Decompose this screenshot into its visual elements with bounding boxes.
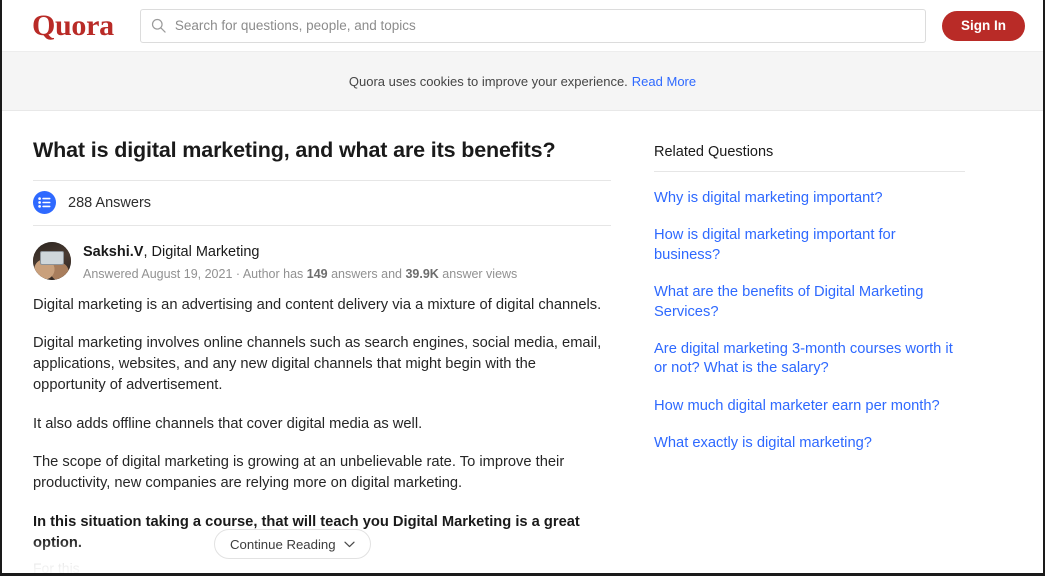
avatar-laptop-shape	[40, 251, 64, 265]
author-view-count: 39.9K	[405, 267, 438, 281]
chevron-down-icon	[344, 541, 355, 548]
answer-paragraph: Digital marketing involves online channe…	[33, 333, 609, 397]
answer-meta-suffix: answer views	[439, 267, 518, 281]
answer-meta-line: Answered August 19, 2021 · Author has 14…	[83, 265, 517, 284]
related-questions-title: Related Questions	[654, 144, 1030, 160]
related-question-link[interactable]: Why is digital marketing important?	[654, 189, 965, 208]
search-icon	[151, 18, 166, 33]
answer-count-row[interactable]: 288 Answers	[33, 181, 611, 225]
answer-author-row: Sakshi.V, Digital Marketing Answered Aug…	[33, 242, 614, 284]
divider-bottom	[33, 225, 611, 226]
continue-reading-label: Continue Reading	[230, 537, 336, 552]
main-column: What is digital marketing, and what are …	[2, 111, 614, 576]
related-question-link[interactable]: How is digital marketing important for b…	[654, 226, 965, 265]
answer-paragraph: The scope of digital marketing is growin…	[33, 452, 609, 495]
answer-paragraph: It also adds offline channels that cover…	[33, 414, 609, 435]
cookie-read-more-link[interactable]: Read More	[632, 74, 696, 89]
continue-reading-wrap: Continue Reading	[214, 529, 374, 559]
cookie-banner: Quora uses cookies to improve your exper…	[2, 52, 1043, 111]
answer-date-text: Answered August 19, 2021 · Author has	[83, 267, 307, 281]
search-bar[interactable]	[140, 9, 926, 43]
answer-count-label: 288 Answers	[68, 195, 151, 211]
site-header: Quora Sign In	[2, 0, 1043, 52]
related-question-link[interactable]: What exactly is digital marketing?	[654, 434, 965, 453]
answer-truncated-tail: For this	[33, 558, 609, 576]
answer-meta-mid: answers and	[328, 267, 406, 281]
related-question-link[interactable]: How much digital marketer earn per month…	[654, 397, 965, 416]
answer-paragraph: Digital marketing is an advertising and …	[33, 295, 609, 316]
continue-reading-button[interactable]: Continue Reading	[214, 529, 371, 559]
related-questions-sidebar: Related Questions Why is digital marketi…	[614, 111, 1043, 576]
browser-page: Quora Sign In Quora uses cookies to impr…	[0, 0, 1045, 576]
author-credential: Digital Marketing	[152, 244, 260, 260]
related-questions-list: Why is digital marketing important? How …	[654, 189, 1030, 454]
page-content: What is digital marketing, and what are …	[2, 111, 1043, 576]
quora-logo[interactable]: Quora	[32, 11, 114, 41]
author-answer-count: 149	[307, 267, 328, 281]
related-question-link[interactable]: Are digital marketing 3-month courses wo…	[654, 340, 965, 379]
author-separator: ,	[143, 244, 151, 260]
author-meta: Sakshi.V, Digital Marketing Answered Aug…	[83, 242, 517, 284]
answers-list-icon	[33, 191, 56, 214]
cookie-banner-text: Quora uses cookies to improve your exper…	[349, 74, 628, 89]
sidebar-divider	[654, 171, 965, 172]
avatar[interactable]	[33, 242, 71, 280]
author-name[interactable]: Sakshi.V	[83, 244, 143, 260]
question-title: What is digital marketing, and what are …	[33, 137, 614, 165]
related-question-link[interactable]: What are the benefits of Digital Marketi…	[654, 283, 965, 322]
sign-in-button[interactable]: Sign In	[942, 11, 1025, 41]
author-identity: Sakshi.V, Digital Marketing	[83, 243, 517, 262]
search-input[interactable]	[175, 18, 915, 33]
